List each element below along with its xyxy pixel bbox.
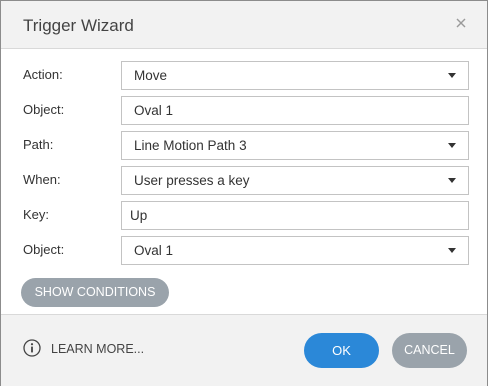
action-label: Action: (23, 67, 63, 82)
dialog-footer: LEARN MORE... OK CANCEL (1, 314, 487, 386)
path-label: Path: (23, 137, 54, 152)
key-value: Up (130, 208, 148, 223)
chevron-down-icon (448, 178, 456, 183)
object2-value: Oval 1 (134, 243, 174, 258)
close-icon[interactable] (453, 15, 469, 31)
chevron-down-icon (448, 73, 456, 78)
object-value: Oval 1 (134, 103, 174, 118)
action-select[interactable]: Move (121, 61, 469, 90)
path-value: Line Motion Path 3 (134, 138, 247, 153)
chevron-down-icon (448, 248, 456, 253)
ok-button[interactable]: OK (304, 333, 379, 368)
key-label: Key: (23, 207, 50, 222)
path-select[interactable]: Line Motion Path 3 (121, 131, 469, 160)
when-select[interactable]: User presses a key (121, 166, 469, 195)
object-select[interactable]: Oval 1 (121, 96, 469, 125)
when-value: User presses a key (134, 173, 250, 188)
key-input[interactable]: Up (121, 201, 469, 230)
show-conditions-button[interactable]: SHOW CONDITIONS (21, 278, 169, 307)
object-label: Object: (23, 102, 65, 117)
object2-select[interactable]: Oval 1 (121, 236, 469, 265)
object2-label: Object: (23, 242, 65, 257)
cancel-button[interactable]: CANCEL (392, 333, 467, 368)
action-value: Move (134, 68, 168, 83)
trigger-wizard-dialog: Trigger Wizard Action: Move Object: Oval… (0, 0, 488, 386)
info-icon (23, 339, 41, 357)
learn-more-label: LEARN MORE... (51, 342, 145, 356)
chevron-down-icon (448, 143, 456, 148)
when-label: When: (23, 172, 61, 187)
dialog-title: Trigger Wizard (23, 16, 134, 35)
dialog-titlebar: Trigger Wizard (1, 1, 487, 49)
